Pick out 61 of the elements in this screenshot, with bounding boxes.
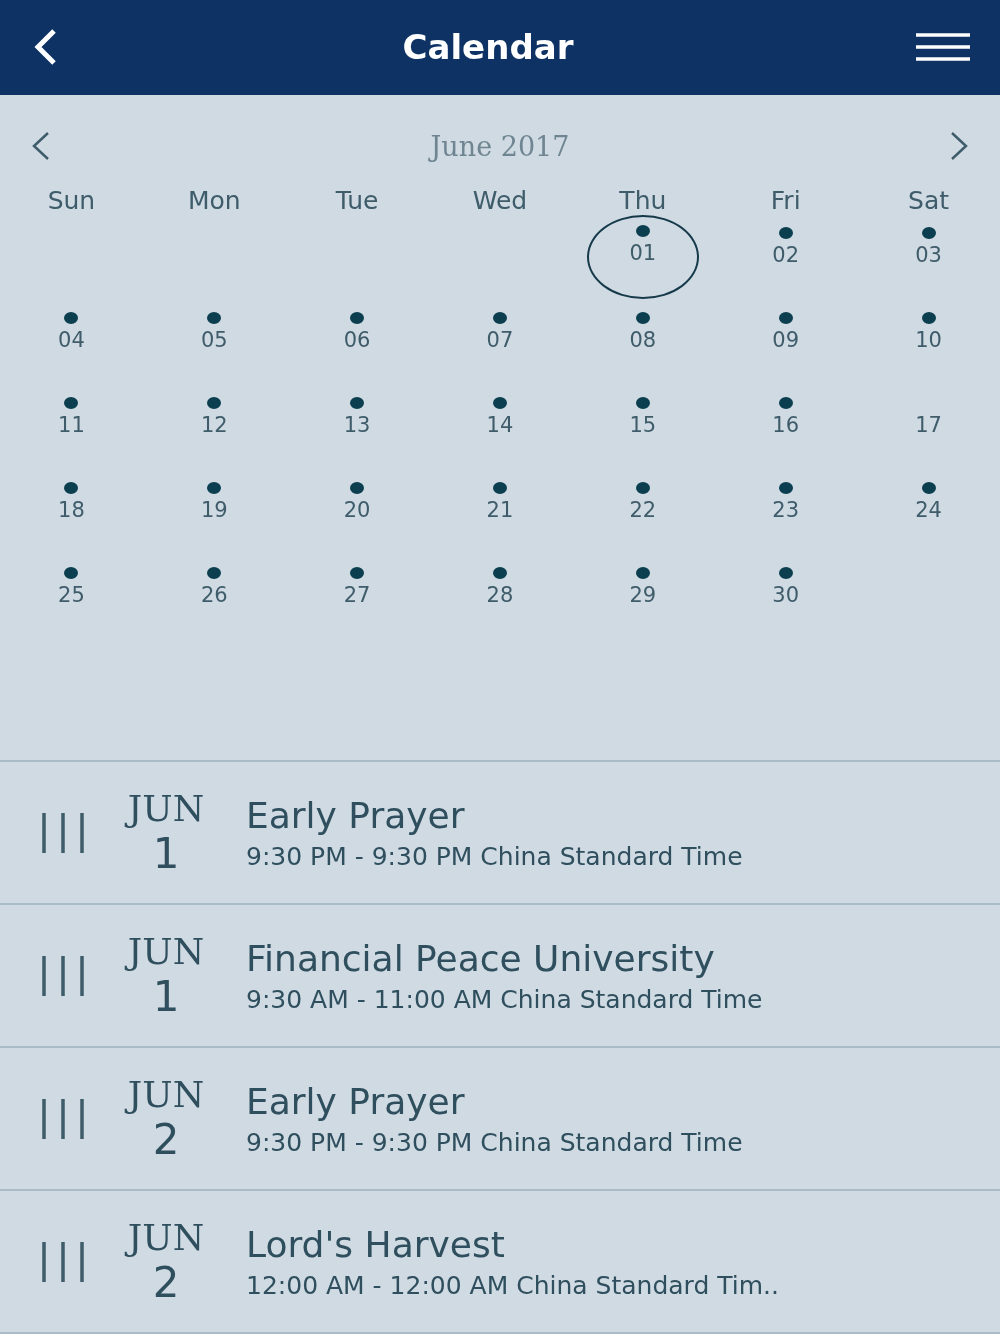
- weekday-label: Thu: [619, 186, 667, 215]
- bars-icon: [40, 953, 86, 998]
- event-title: Early Prayer: [246, 1080, 466, 1122]
- calendar-day[interactable]: 09: [729, 300, 842, 384]
- calendar-day[interactable]: 16: [729, 385, 842, 469]
- calendar-day[interactable]: 12: [158, 385, 271, 469]
- calendar-day[interactable]: 13: [301, 385, 414, 469]
- calendar-day[interactable]: 14: [444, 385, 556, 469]
- event-day: 1: [152, 971, 180, 1021]
- month-label: June 2017: [430, 130, 570, 162]
- calendar-day[interactable]: 29: [586, 555, 699, 639]
- calendar-day[interactable]: 02: [729, 215, 842, 299]
- calendar-day[interactable]: 24: [872, 470, 985, 554]
- weekday-label: Tue: [335, 186, 379, 215]
- event-time: 9:30 PM - 9:30 PM China Standard Time: [246, 841, 743, 871]
- bars-icon: [40, 1096, 86, 1141]
- calendar-day[interactable]: 23: [729, 470, 842, 554]
- calendar-day[interactable]: 30: [729, 555, 842, 639]
- event-day: 2: [152, 1257, 180, 1307]
- calendar-day[interactable]: 03: [872, 215, 985, 299]
- page-title: Calendar: [402, 27, 574, 68]
- event-row[interactable]: JUN 1 Financial Peace University 9:30 AM - 11:00 AM China Standard Time: [0, 905, 1000, 1048]
- event-time: 9:30 PM - 9:30 PM China Standard Time: [246, 1127, 743, 1157]
- calendar-day[interactable]: 25: [15, 555, 128, 639]
- event-day: 1: [152, 828, 180, 878]
- calendar-day[interactable]: 05: [158, 300, 271, 384]
- weekday-label: Sat: [908, 186, 950, 215]
- calendar-day[interactable]: 10: [872, 300, 985, 384]
- calendar-day[interactable]: 01: [586, 215, 699, 299]
- event-row[interactable]: JUN 2 Lord's Harvest 12:00 AM - 12:00 AM China Standard Tim..: [0, 1191, 1000, 1334]
- calendar-day[interactable]: 06: [301, 300, 414, 384]
- calendar-day[interactable]: 11: [15, 385, 128, 469]
- calendar-day[interactable]: 22: [586, 470, 699, 554]
- calendar-day[interactable]: 08: [586, 300, 699, 384]
- weekday-label: Fri: [770, 186, 801, 215]
- weekday-label: Wed: [472, 186, 528, 215]
- calendar-day[interactable]: 28: [444, 555, 556, 639]
- event-time: 12:00 AM - 12:00 AM China Standard Tim..: [246, 1270, 779, 1300]
- calendar-day[interactable]: 19: [158, 470, 271, 554]
- calendar-day[interactable]: 21: [444, 470, 556, 554]
- calendar-day[interactable]: 26: [158, 555, 271, 639]
- menu-icon: [916, 32, 970, 63]
- calendar-day[interactable]: 07: [444, 300, 556, 384]
- event-time: 9:30 AM - 11:00 AM China Standard Time: [246, 984, 763, 1014]
- event-day: 2: [152, 1114, 180, 1164]
- calendar-day[interactable]: 17: [872, 385, 985, 469]
- weekday-label: Sun: [47, 186, 96, 215]
- calendar-day[interactable]: 20: [301, 470, 414, 554]
- bars-icon: [40, 810, 86, 855]
- event-title: Financial Peace University: [246, 937, 716, 979]
- event-title: Early Prayer: [246, 794, 466, 836]
- calendar-day[interactable]: 04: [15, 300, 128, 384]
- event-title: Lord's Harvest: [246, 1223, 506, 1265]
- event-row[interactable]: JUN 2 Early Prayer 9:30 PM - 9:30 PM China Standard Time: [0, 1048, 1000, 1191]
- calendar-day[interactable]: 27: [301, 555, 414, 639]
- calendar-day[interactable]: 18: [15, 470, 128, 554]
- calendar-day[interactable]: 15: [586, 385, 699, 469]
- weekday-label: Mon: [187, 186, 241, 215]
- event-row[interactable]: JUN 1 Early Prayer 9:30 PM - 9:30 PM China Standard Time: [0, 762, 1000, 905]
- menu-button[interactable]: [916, 32, 970, 63]
- bars-icon: [40, 1239, 86, 1284]
